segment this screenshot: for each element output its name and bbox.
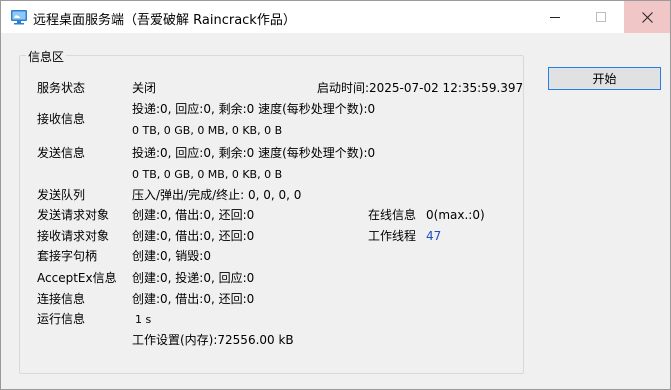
close-button[interactable]	[624, 1, 670, 33]
recv-info-label: 接收信息	[37, 112, 86, 126]
start-time-value: 2025-07-02 12:35:59.397	[369, 81, 524, 95]
client-area: 信息区 服务状态 关闭 启动时间: 2025-07-02 12:35:59.39…	[1, 33, 670, 389]
recv-info-line1: 投递:0, 回应:0, 剩余:0 速度(每秒处理个数):0	[132, 102, 376, 116]
memory-working-set: 工作设置(内存):72556.00 kB	[132, 333, 294, 347]
socket-handle-label: 套接字句柄	[37, 249, 98, 263]
service-status-value: 关闭	[132, 81, 157, 95]
send-request-label: 发送请求对象	[37, 208, 110, 222]
socket-handle-value: 创建:0, 销毁:0	[132, 249, 211, 263]
recv-info-line2: 0 TB, 0 GB, 0 MB, 0 KB, 0 B	[132, 124, 283, 137]
run-info-value: 1 s	[135, 313, 152, 326]
window-title: 远程桌面服务端（吾爱破解 Raincrack作品）	[33, 13, 296, 28]
recv-request-value: 创建:0, 借出:0, 还回:0	[132, 229, 255, 243]
online-info-value: 0(max.:0)	[426, 208, 485, 222]
maximize-button[interactable]	[578, 1, 624, 33]
acceptex-value: 创建:0, 投递:0, 回应:0	[132, 271, 255, 285]
minimize-icon	[550, 16, 560, 18]
app-window: 远程桌面服务端（吾爱破解 Raincrack作品） 信息区 服务状态 关闭 启动…	[0, 0, 671, 390]
send-info-line1: 投递:0, 回应:0, 剩余:0 速度(每秒处理个数):0	[132, 146, 376, 160]
run-info-label: 运行信息	[37, 312, 86, 326]
start-button[interactable]: 开始	[548, 67, 661, 90]
recv-request-label: 接收请求对象	[37, 229, 110, 243]
worker-thread-label: 工作线程	[368, 229, 417, 243]
send-queue-value: 压入/弹出/完成/终止: 0, 0, 0, 0	[132, 188, 302, 202]
online-info-label: 在线信息	[368, 208, 417, 222]
info-group-title: 信息区	[26, 48, 67, 65]
minimize-button[interactable]	[532, 1, 578, 33]
worker-thread-value: 47	[426, 229, 442, 243]
send-info-label: 发送信息	[37, 146, 86, 160]
send-info-line2: 0 TB, 0 GB, 0 MB, 0 KB, 0 B	[132, 168, 283, 181]
connection-info-label: 连接信息	[37, 292, 86, 306]
title-bar[interactable]: 远程桌面服务端（吾爱破解 Raincrack作品）	[1, 1, 670, 33]
acceptex-label: AcceptEx信息	[37, 271, 117, 285]
service-status-label: 服务状态	[37, 81, 86, 95]
send-request-value: 创建:0, 借出:0, 还回:0	[132, 208, 255, 222]
connection-info-value: 创建:0, 借出:0, 还回:0	[132, 292, 255, 306]
send-queue-label: 发送队列	[37, 188, 86, 202]
close-icon	[641, 11, 653, 23]
remote-desktop-cloud-icon	[11, 10, 27, 25]
start-time-label: 启动时间:	[317, 81, 370, 95]
maximize-icon	[596, 12, 606, 22]
